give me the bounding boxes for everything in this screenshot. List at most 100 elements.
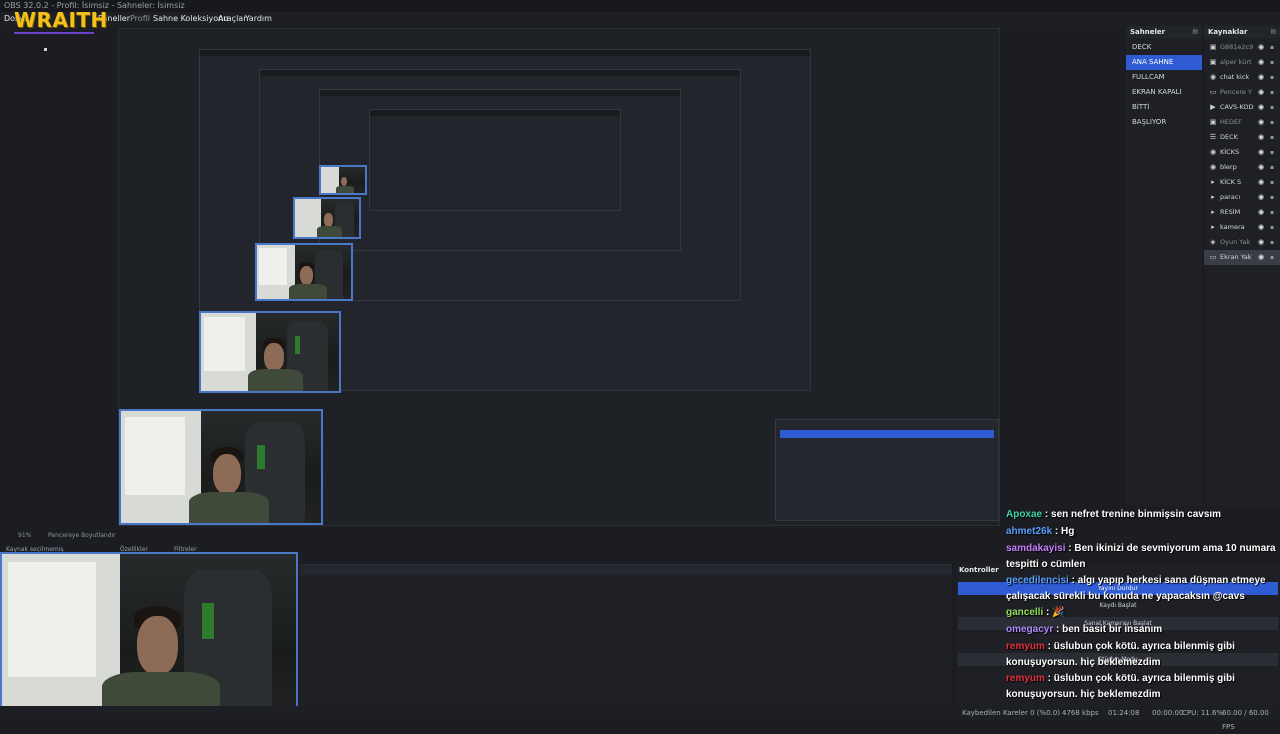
visibility-eye-icon[interactable]: ◉	[1258, 220, 1264, 235]
lock-icon[interactable]: ▪	[1270, 115, 1274, 130]
fit-window-button[interactable]: Pencereye Boyutlandır	[48, 530, 116, 542]
lock-icon[interactable]: ▪	[1270, 235, 1274, 250]
source-item[interactable]: ▣ HEDEF ◉ ▪	[1204, 115, 1280, 130]
chat-message: remyum : üslubun çok kötü. ayrıca bilenm…	[1006, 639, 1280, 671]
lock-icon[interactable]: ▪	[1270, 250, 1274, 265]
lock-icon[interactable]: ▪	[1270, 85, 1274, 100]
source-name: paracı	[1220, 193, 1241, 201]
sources-dock: Kaynaklar ▤ ▣ G881e2c9 ◉ ▪ ▣ alper kürt ◉ ▪ ◉ chat…	[1204, 26, 1280, 506]
monitor-icon: ▭	[1209, 253, 1217, 261]
folder-icon: ▸	[1211, 208, 1215, 216]
window-icon: ▭	[1209, 88, 1217, 96]
visibility-eye-icon[interactable]: ◉	[1258, 175, 1264, 190]
visibility-eye-icon[interactable]: ◉	[1258, 40, 1264, 55]
scene-item-active[interactable]: ANA SAHNE	[1126, 55, 1202, 70]
source-item[interactable]: ▶ CAVS-KOD ◉ ▪	[1204, 100, 1280, 115]
dropped-frames: Kaybedilen Kareler 0 (%0.0)	[962, 709, 1061, 717]
source-item[interactable]: ◉ KİCKS ◉ ▪	[1204, 145, 1280, 160]
source-item[interactable]: ▭ Pencere Y ◉ ▪	[1204, 85, 1280, 100]
visibility-eye-icon[interactable]: ◉	[1258, 235, 1264, 250]
folder-icon: ▸	[1211, 223, 1215, 231]
source-item[interactable]: ◈ Oyun Yak ◉ ▪	[1204, 235, 1280, 250]
scene-item[interactable]: BİTTİ	[1126, 100, 1202, 115]
lock-icon[interactable]: ▪	[1270, 70, 1274, 85]
source-name: G881e2c9	[1220, 43, 1254, 51]
source-item[interactable]: ▣ G881e2c9 ◉ ▪	[1204, 40, 1280, 55]
visibility-eye-icon[interactable]: ◉	[1258, 145, 1264, 160]
visibility-eye-icon[interactable]: ◉	[1258, 115, 1264, 130]
visibility-eye-icon[interactable]: ◉	[1258, 130, 1264, 145]
lock-icon[interactable]: ▪	[1270, 160, 1274, 175]
chat-username[interactable]: Apoxae	[1006, 509, 1042, 520]
source-item[interactable]: ▸ paracı ◉ ▪	[1204, 190, 1280, 205]
menu-help[interactable]: Yardım	[245, 12, 272, 26]
visibility-eye-icon[interactable]: ◉	[1258, 70, 1264, 85]
visibility-eye-icon[interactable]: ◉	[1258, 190, 1264, 205]
chat-message: gecedilencisi : algı yapıp herkesi sana …	[1006, 573, 1280, 605]
lock-icon[interactable]: ▪	[1270, 205, 1274, 220]
visibility-eye-icon[interactable]: ◉	[1258, 100, 1264, 115]
source-name: Ekran Yak	[1220, 253, 1252, 261]
visibility-eye-icon[interactable]: ◉	[1258, 205, 1264, 220]
menu-scene-collection[interactable]: Sahne Koleksiyonu	[153, 12, 228, 26]
lock-icon[interactable]: ▪	[1270, 130, 1274, 145]
scene-item[interactable]: DECK	[1126, 40, 1202, 55]
bitrate: 4768 kbps	[1062, 709, 1099, 717]
source-item[interactable]: ☰ DECK ◉ ▪	[1204, 130, 1280, 145]
menu-tools[interactable]: Araçlar	[218, 12, 246, 26]
chat-text: sen nefret trenine binmişsin cavsım	[1051, 509, 1222, 520]
scene-item[interactable]: EKRAN KAPALI	[1126, 85, 1202, 100]
lock-icon[interactable]: ▪	[1270, 145, 1274, 160]
nested-webcam-3	[293, 197, 361, 239]
nested-controls	[775, 419, 999, 521]
visibility-eye-icon[interactable]: ◉	[1258, 85, 1264, 100]
lock-icon[interactable]: ▪	[1270, 55, 1274, 70]
folder-icon: ▸	[1211, 193, 1215, 201]
lock-icon[interactable]: ▪	[1270, 40, 1274, 55]
source-item[interactable]: ▭ Ekran Yak ◉ ▪	[1204, 250, 1280, 265]
menu-profile[interactable]: Profil	[130, 12, 150, 26]
chat-username[interactable]: remyum	[1006, 641, 1045, 652]
mouse-cursor-icon	[44, 48, 47, 51]
visibility-eye-icon[interactable]: ◉	[1258, 55, 1264, 70]
play-icon: ▶	[1210, 103, 1216, 111]
source-name: alper kürt	[1220, 58, 1252, 66]
chat-username[interactable]: samdakayisi	[1006, 543, 1066, 554]
main-status-bar: Kaybedilen Kareler 0 (%0.0) 4768 kbps 01…	[0, 706, 1280, 731]
source-name: KİCKS	[1220, 148, 1240, 156]
chat-text: Hg	[1061, 526, 1075, 537]
source-item[interactable]: ▸ kamera ◉ ▪	[1204, 220, 1280, 235]
logo-underline	[14, 32, 94, 34]
source-name: RESİM	[1220, 208, 1241, 216]
chat-separator: :	[1043, 607, 1053, 618]
lock-icon[interactable]: ▪	[1270, 190, 1274, 205]
visibility-eye-icon[interactable]: ◉	[1258, 250, 1264, 265]
source-item[interactable]: ▣ alper kürt ◉ ▪	[1204, 55, 1280, 70]
image-icon: ▣	[1209, 43, 1217, 51]
dock-menu-icon[interactable]: ▤	[1192, 26, 1198, 38]
chat-username[interactable]: omegacyr	[1006, 624, 1053, 635]
chat-message: ahmet26k : Hg	[1006, 524, 1280, 540]
program-preview[interactable]	[118, 28, 1000, 526]
source-item[interactable]: ◉ chat kick ◉ ▪	[1204, 70, 1280, 85]
chat-message: gancelli : 🎉	[1006, 605, 1280, 621]
lock-icon[interactable]: ▪	[1270, 100, 1274, 115]
folder-icon: ▸	[1211, 178, 1215, 186]
cpu-usage: CPU: 11.6%	[1182, 709, 1224, 717]
chat-username[interactable]: remyum	[1006, 673, 1045, 684]
scene-item[interactable]: BAŞLIYOR	[1126, 115, 1202, 130]
scene-item[interactable]: FULLCAM	[1126, 70, 1202, 85]
chat-separator: :	[1052, 526, 1062, 537]
source-item[interactable]: ▸ KİCK S ◉ ▪	[1204, 175, 1280, 190]
lock-icon[interactable]: ▪	[1270, 175, 1274, 190]
chat-username[interactable]: gecedilencisi	[1006, 575, 1069, 586]
chat-message: omegacyr : ben basit bir insanım	[1006, 622, 1280, 638]
source-item[interactable]: ◉ blerp ◉ ▪	[1204, 160, 1280, 175]
lock-icon[interactable]: ▪	[1270, 220, 1274, 235]
dock-menu-icon[interactable]: ▤	[1270, 26, 1276, 38]
source-item[interactable]: ▸ RESİM ◉ ▪	[1204, 205, 1280, 220]
chat-username[interactable]: ahmet26k	[1006, 526, 1052, 537]
chat-username[interactable]: gancelli	[1006, 607, 1043, 618]
visibility-eye-icon[interactable]: ◉	[1258, 160, 1264, 175]
zoom-level[interactable]: 91%	[18, 530, 31, 542]
